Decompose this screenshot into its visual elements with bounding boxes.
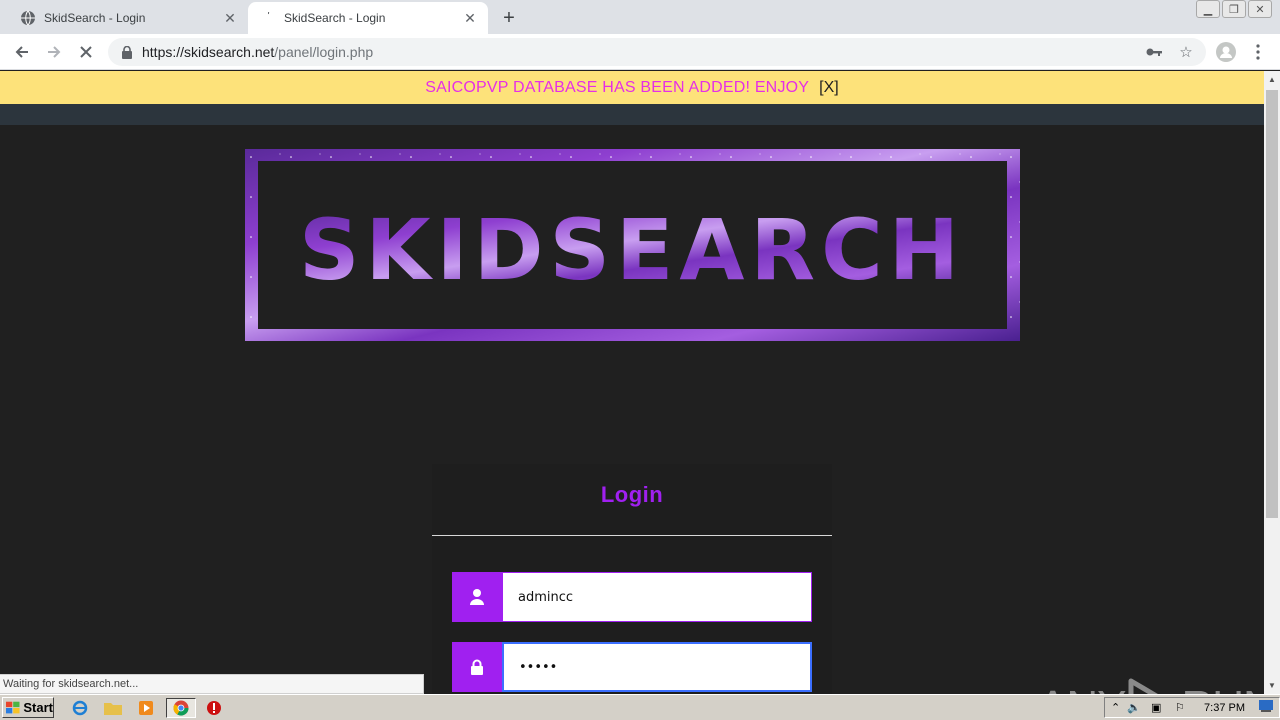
start-button[interactable]: Start xyxy=(2,697,54,718)
new-tab-button[interactable]: + xyxy=(497,6,521,30)
folder-icon[interactable] xyxy=(103,698,123,718)
password-field xyxy=(452,642,812,692)
banner-dismiss-button[interactable]: [X] xyxy=(819,79,839,97)
announcement-banner: SAICOPVP DATABASE HAS BEEN ADDED! ENJOY … xyxy=(0,71,1264,104)
divider xyxy=(432,535,832,536)
bookmark-star-icon[interactable]: ☆ xyxy=(1176,42,1196,62)
lock-icon xyxy=(120,45,134,59)
login-title: Login xyxy=(600,482,664,507)
url-text: https://skidsearch.net/panel/login.php xyxy=(142,44,373,60)
banner-message: SAICOPVP DATABASE HAS BEEN ADDED! ENJOY xyxy=(425,78,810,96)
chrome-icon xyxy=(173,700,189,716)
url-path: /panel/login.php xyxy=(274,44,374,60)
back-button[interactable] xyxy=(8,38,36,66)
restore-button[interactable]: ❐ xyxy=(1222,0,1246,18)
user-icon xyxy=(452,572,502,622)
account-icon xyxy=(1216,42,1236,62)
show-desktop-icon[interactable] xyxy=(1259,700,1273,715)
username-field xyxy=(452,572,812,622)
forward-button[interactable] xyxy=(40,38,68,66)
menu-button[interactable] xyxy=(1244,38,1272,66)
chrome-taskbar-button[interactable] xyxy=(166,698,196,718)
scroll-up-icon[interactable]: ▲ xyxy=(1264,71,1280,88)
scroll-down-icon[interactable]: ▼ xyxy=(1264,677,1280,694)
key-icon[interactable] xyxy=(1144,42,1164,62)
browser-toolbar: https://skidsearch.net/panel/login.php ☆ xyxy=(0,34,1280,70)
skidsearch-logo: SKIDSEARCH xyxy=(245,149,1020,341)
minimize-button[interactable]: ▁ xyxy=(1196,0,1220,18)
loading-icon xyxy=(260,10,276,26)
anyrun-watermark: ANY RUN xyxy=(1038,677,1264,694)
username-input[interactable] xyxy=(502,572,812,622)
more-vert-icon xyxy=(1256,44,1260,60)
start-label: Start xyxy=(23,700,53,715)
watermark-left: ANY xyxy=(1038,682,1126,694)
back-arrow-icon xyxy=(15,46,28,58)
browser-tabstrip: SkidSearch - Login ✕ SkidSearch - Login … xyxy=(0,0,1280,34)
lock-icon xyxy=(452,642,502,692)
action-center-flag-icon[interactable]: ⚐ xyxy=(1175,701,1185,714)
close-window-button[interactable]: ✕ xyxy=(1248,0,1272,18)
close-icon xyxy=(80,46,92,58)
site-navbar xyxy=(0,104,1264,125)
media-player-icon[interactable] xyxy=(136,698,156,718)
login-panel: Login xyxy=(432,464,832,694)
browser-tab-2[interactable]: SkidSearch - Login ✕ xyxy=(248,2,488,34)
stop-loading-button[interactable] xyxy=(72,38,100,66)
browser-tab-1[interactable]: SkidSearch - Login ✕ xyxy=(8,2,248,34)
tab-title: SkidSearch - Login xyxy=(284,11,386,25)
window-controls: ▁ ❐ ✕ xyxy=(1194,0,1272,18)
security-alert-icon[interactable] xyxy=(204,698,224,718)
globe-icon xyxy=(20,10,36,26)
play-icon xyxy=(1128,678,1159,694)
page-scrollbar[interactable]: ▲ ▼ xyxy=(1264,71,1280,694)
tab-close-icon[interactable]: ✕ xyxy=(460,8,480,28)
system-tray: ⌃ 🔈 ▣ ⚐ 7:37 PM xyxy=(1104,697,1280,718)
page-viewport: SAICOPVP DATABASE HAS BEEN ADDED! ENJOY … xyxy=(0,71,1264,694)
tab-title: SkidSearch - Login xyxy=(44,11,146,25)
clock[interactable]: 7:37 PM xyxy=(1204,702,1245,714)
watermark-right: RUN xyxy=(1181,682,1264,694)
scroll-thumb[interactable] xyxy=(1266,90,1278,518)
ie-icon[interactable] xyxy=(70,698,90,718)
taskbar: Start ⌃ 🔈 ▣ ⚐ 7:37 PM xyxy=(0,694,1280,720)
status-bubble: Waiting for skidsearch.net... xyxy=(0,674,424,694)
windows-logo-icon xyxy=(6,701,20,713)
password-input[interactable] xyxy=(502,642,812,692)
tab-close-icon[interactable]: ✕ xyxy=(220,8,240,28)
url-host: https://skidsearch.net xyxy=(142,44,275,60)
volume-icon[interactable]: 🔈 xyxy=(1127,701,1141,714)
logo-text: SKIDSEARCH xyxy=(299,201,965,299)
address-bar[interactable]: https://skidsearch.net/panel/login.php ☆ xyxy=(108,38,1206,66)
profile-avatar[interactable] xyxy=(1212,38,1240,66)
network-icon[interactable]: ▣ xyxy=(1151,701,1161,714)
tray-expand-icon[interactable]: ⌃ xyxy=(1111,701,1120,714)
forward-arrow-icon xyxy=(48,46,61,58)
